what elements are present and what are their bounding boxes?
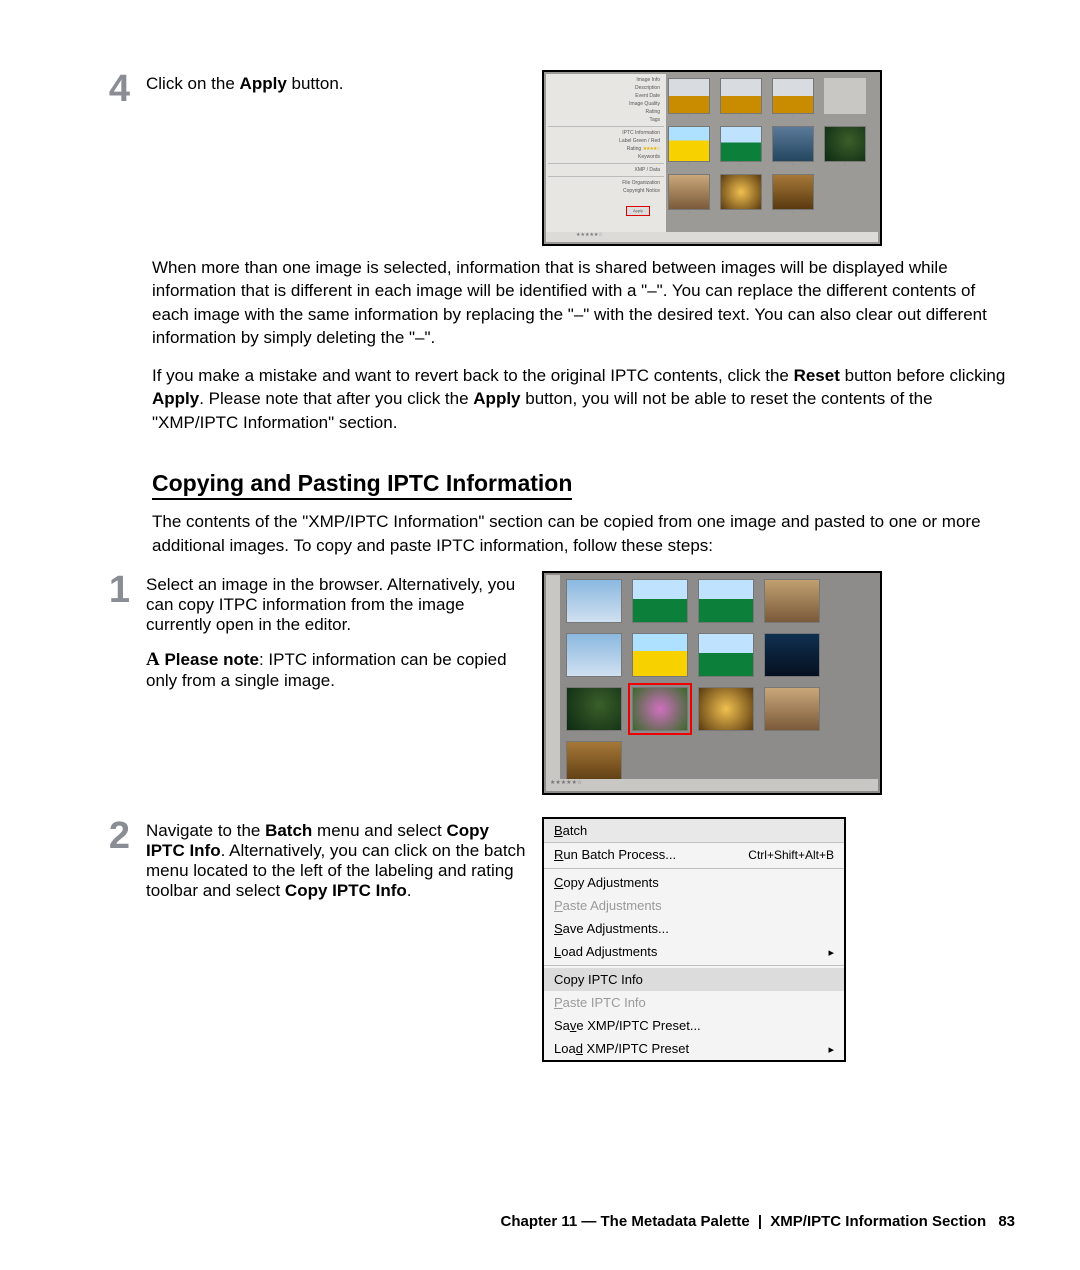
step-4-screenshot: Image Info Description Event Date Image …: [542, 70, 882, 246]
browser-screenshot: ★★★★★☆: [542, 571, 882, 795]
page-footer: Chapter 11 — The Metadata Palette | XMP/…: [0, 1213, 1015, 1230]
footer-chapter: Chapter 11 — The Metadata Palette: [500, 1213, 749, 1230]
batch-menu-item[interactable]: Load XMP/IPTC Preset: [544, 1037, 844, 1060]
step-2-screenshot: Batch Run Batch Process...Ctrl+Shift+Alt…: [542, 817, 882, 1062]
footer-page: 83: [998, 1213, 1015, 1230]
batch-menu-title[interactable]: Batch: [544, 819, 844, 843]
step-2: 2 Navigate to the Batch menu and select …: [60, 817, 1015, 1062]
step-1-number: 1: [60, 571, 130, 609]
footer-section: XMP/IPTC Information Section: [770, 1213, 986, 1230]
paragraph-1: When more than one image is selected, in…: [152, 256, 1015, 350]
batch-menu-item[interactable]: Copy IPTC Info: [544, 968, 844, 991]
step4-post: button.: [287, 74, 344, 93]
step-1-text: Select an image in the browser. Alternat…: [146, 571, 526, 691]
batch-menu-item[interactable]: Run Batch Process...Ctrl+Shift+Alt+B: [544, 843, 844, 866]
batch-menu-item[interactable]: Load Adjustments: [544, 940, 844, 963]
metadata-panel-left: Image Info Description Event Date Image …: [546, 74, 667, 232]
footer-divider: |: [758, 1213, 762, 1230]
metadata-panel-screenshot: Image Info Description Event Date Image …: [542, 70, 882, 246]
selected-thumbnail: [632, 687, 688, 731]
thumbnail-grid: · · · · · · · · · ·: [668, 78, 874, 216]
batch-menu-item[interactable]: Save Adjustments...: [544, 917, 844, 940]
please-note-block: A Please note: IPTC information can be c…: [146, 649, 526, 691]
paragraph-2: If you make a mistake and want to revert…: [152, 364, 1015, 434]
step-2-text: Navigate to the Batch menu and select Co…: [146, 817, 526, 901]
batch-menu-item[interactable]: Save XMP/IPTC Preset...: [544, 1014, 844, 1037]
step-1-screenshot: ★★★★★☆: [542, 571, 882, 795]
batch-menu-item: Paste IPTC Info: [544, 991, 844, 1014]
bottom-stars: ★★★★★☆: [546, 232, 878, 242]
step-1: 1 Select an image in the browser. Altern…: [60, 571, 1015, 795]
warning-icon: A: [146, 649, 160, 670]
step-2-number: 2: [60, 817, 130, 855]
section-intro: The contents of the "XMP/IPTC Informatio…: [152, 510, 1015, 557]
apply-button-highlight: Apply: [626, 206, 650, 216]
step-4-number: 4: [60, 70, 130, 108]
step4-bold: Apply: [240, 74, 287, 93]
step-4-text: Click on the Apply button.: [146, 70, 526, 94]
batch-menu: Batch Run Batch Process...Ctrl+Shift+Alt…: [542, 817, 846, 1062]
batch-menu-item: Paste Adjustments: [544, 894, 844, 917]
step4-pre: Click on the: [146, 74, 240, 93]
batch-menu-item[interactable]: Copy Adjustments: [544, 871, 844, 894]
section-heading: Copying and Pasting IPTC Information: [152, 470, 572, 500]
step-4: 4 Click on the Apply button. Image Info …: [60, 70, 1015, 246]
